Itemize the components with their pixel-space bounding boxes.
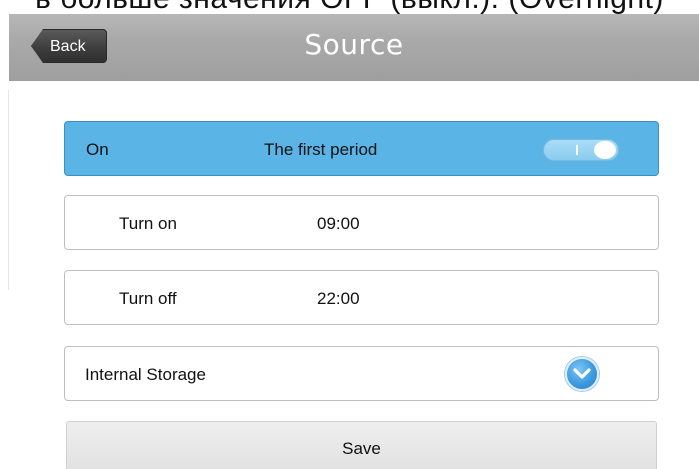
storage-select[interactable]: Internal Storage [64,346,659,401]
toggle-on-mark-icon [576,145,578,155]
chevron-down-glyph [573,368,591,379]
period-row[interactable]: On The first period [64,121,659,176]
turn-on-label: Turn on [119,214,177,233]
title-bar: Back Source [9,14,699,81]
storage-label: Internal Storage [85,365,206,384]
page-title: Source [304,28,404,61]
turn-off-row[interactable]: Turn off 22:00 [64,270,659,325]
period-toggle[interactable] [543,139,619,161]
period-name: The first period [264,140,378,159]
turn-on-row[interactable]: Turn on 09:00 [64,195,659,250]
toggle-knob [594,141,616,159]
turn-off-label: Turn off [119,289,177,308]
chevron-down-icon[interactable] [565,357,599,391]
turn-off-time[interactable]: 22:00 [317,289,360,309]
period-state-label: On [86,140,109,159]
save-button[interactable]: Save [66,421,657,469]
divider [8,90,9,290]
turn-on-time[interactable]: 09:00 [317,214,360,234]
app-screen: ь больше значения OFF (выкл.). (Overnigh… [0,0,699,469]
